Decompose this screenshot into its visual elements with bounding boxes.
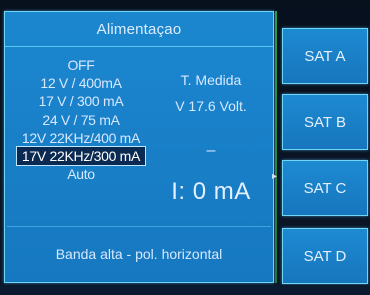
panel-divider (7, 226, 271, 227)
option-17v-300ma[interactable]: 17 V / 300 mA (17, 92, 145, 110)
band-polarization-status: Banda alta - pol. horizontal (55, 246, 223, 262)
device-screen: Alimentaçao OFF 12 V / 400mA 17 V / 300 … (0, 0, 370, 295)
sat-b-button[interactable]: SAT B (282, 94, 368, 150)
voltage-value: V 17.6 Volt. (175, 98, 247, 114)
option-off[interactable]: OFF (17, 56, 145, 74)
current-value: I: 0 mA (171, 178, 251, 205)
sat-c-button[interactable]: SAT C (282, 160, 368, 216)
panel-edge-line (275, 11, 277, 283)
measurement-readout: T. Medida V 17.6 Volt. – I: 0 mA (155, 56, 267, 224)
power-supply-panel: Alimentaçao OFF 12 V / 400mA 17 V / 300 … (4, 11, 274, 283)
panel-title: Alimentaçao (5, 12, 273, 47)
bottom-bezel (0, 285, 370, 295)
option-17v-22khz-300ma[interactable]: 17V 22KHz/300 mA (16, 145, 146, 167)
sat-a-button[interactable]: SAT A (282, 28, 368, 84)
separator-dash: – (206, 142, 216, 159)
arrow-icon: ▸ (272, 171, 278, 182)
option-12v-400ma[interactable]: 12 V / 400mA (17, 74, 145, 92)
measured-label: T. Medida (180, 72, 242, 88)
option-auto[interactable]: Auto (17, 165, 145, 183)
voltage-options-list: OFF 12 V / 400mA 17 V / 300 mA 24 V / 75… (16, 56, 146, 224)
option-12v-22khz-400ma[interactable]: 12V 22KHz/400 mA (17, 129, 145, 147)
option-24v-75ma[interactable]: 24 V / 75 mA (17, 111, 145, 129)
sat-d-button[interactable]: SAT D (282, 228, 368, 284)
